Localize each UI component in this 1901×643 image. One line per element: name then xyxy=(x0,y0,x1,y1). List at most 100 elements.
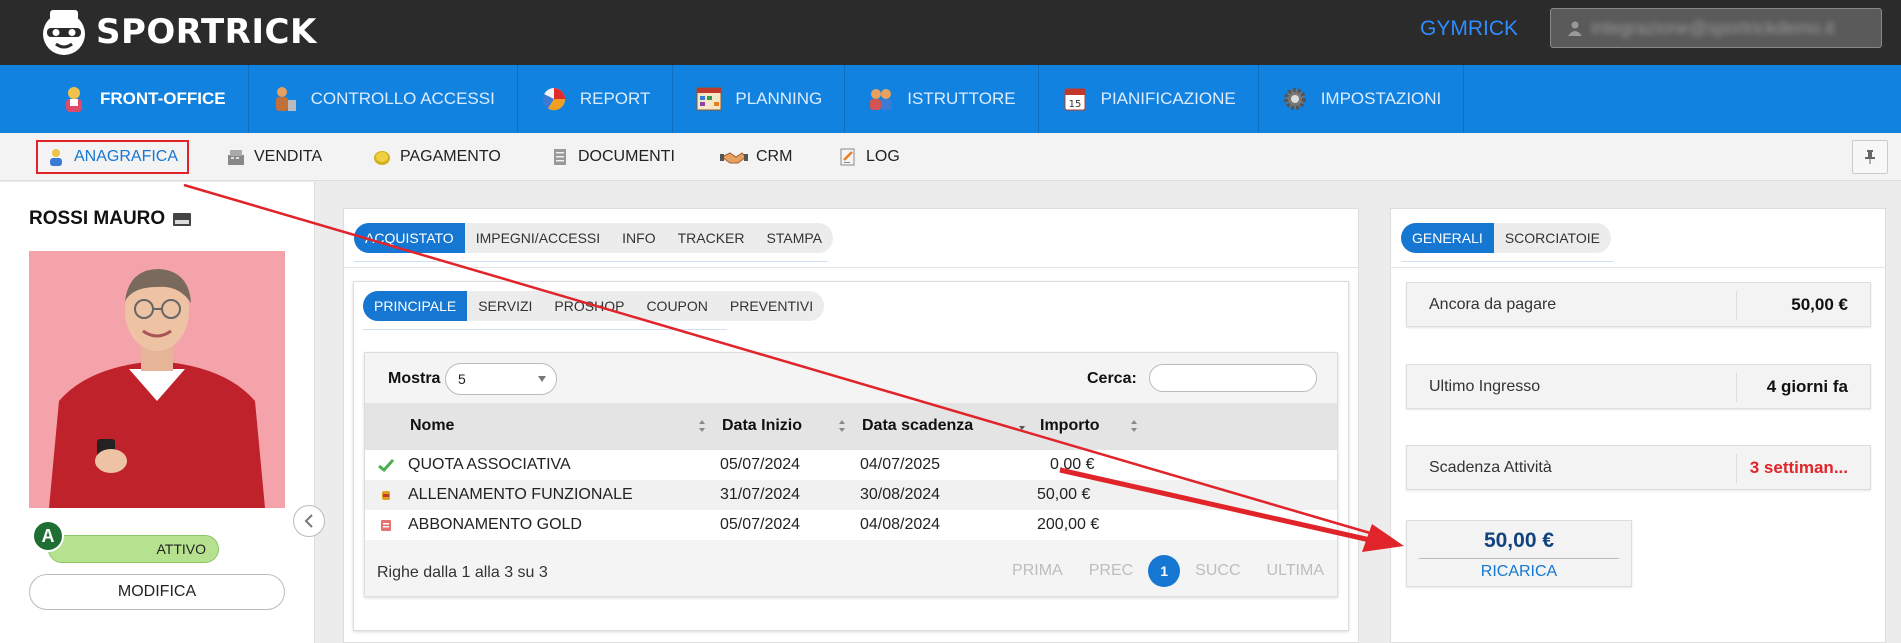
column-header-data-scadenza[interactable]: Data scadenza xyxy=(862,417,973,435)
table-row[interactable]: ALLENAMENTO FUNZIONALE 31/07/2024 30/08/… xyxy=(365,480,1337,510)
product-type-tabs: PRINCIPALE SERVIZI PROSHOP COUPON PREVEN… xyxy=(363,291,825,321)
show-entries-select[interactable]: 5 xyxy=(445,363,557,395)
row-amount: 50,00 € xyxy=(1037,486,1091,503)
sort-desc-icon[interactable] xyxy=(1018,419,1026,433)
tab-generali[interactable]: GENERALI xyxy=(1401,223,1494,253)
principale-panel: PRINCIPALE SERVIZI PROSHOP COUPON PREVEN… xyxy=(353,281,1349,631)
row-end-date: 30/08/2024 xyxy=(860,486,941,503)
tab-principale[interactable]: PRINCIPALE xyxy=(363,291,468,321)
pagination: PRIMA PREC 1 SUCC ULTIMA xyxy=(999,553,1337,589)
column-header-importo[interactable]: Importo xyxy=(1040,417,1100,435)
pager-current-page[interactable]: 1 xyxy=(1148,555,1181,587)
sub-nav-vendita[interactable]: VENDITA xyxy=(226,140,322,174)
pager-first[interactable]: PRIMA xyxy=(1012,562,1063,580)
divider xyxy=(1391,267,1885,268)
main-nav-pianificazione[interactable]: 15 PIANIFICAZIONE xyxy=(1039,65,1259,133)
handshake-icon xyxy=(720,152,748,164)
pin-button[interactable] xyxy=(1852,140,1888,174)
main-nav-label: REPORT xyxy=(579,89,651,108)
access-control-icon xyxy=(275,87,296,111)
column-header-nome[interactable]: Nome xyxy=(410,417,454,435)
user-icon xyxy=(1568,21,1582,36)
customer-photo xyxy=(29,251,285,508)
top-bar: SPORTRICK GYMRICK integrazione@sportrick… xyxy=(0,0,1901,65)
main-nav-planning[interactable]: PLANNING xyxy=(673,65,846,133)
sub-nav-documenti[interactable]: DOCUMENTI xyxy=(550,140,675,174)
sort-icon[interactable] xyxy=(1130,419,1138,433)
tab-impegni-accessi[interactable]: IMPEGNI/ACCESSI xyxy=(465,223,611,253)
documents-icon xyxy=(554,149,566,165)
gym-link[interactable]: GYMRICK xyxy=(1420,17,1518,41)
last-entry-card: Ultimo Ingresso 4 giorni fa xyxy=(1406,364,1871,409)
sort-icon[interactable] xyxy=(698,419,706,433)
sub-nav-pagamento[interactable]: PAGAMENTO xyxy=(372,140,501,174)
sort-icon[interactable] xyxy=(838,419,846,433)
main-nav-controllo-accessi[interactable]: CONTROLLO ACCESSI xyxy=(249,65,518,133)
chevron-left-icon xyxy=(304,514,313,528)
table-row[interactable]: QUOTA ASSOCIATIVA 05/07/2024 04/07/2025 … xyxy=(365,450,1337,480)
search-input[interactable] xyxy=(1149,364,1317,392)
tab-preventivi[interactable]: PREVENTIVI xyxy=(719,291,824,321)
table-header: Nome Data Inizio Data scadenza Importo xyxy=(365,403,1337,450)
row-start-date: 05/07/2024 xyxy=(720,456,801,473)
sub-nav-label: ANAGRAFICA xyxy=(74,148,179,165)
tab-proshop[interactable]: PROSHOP xyxy=(543,291,635,321)
row-end-date: 04/08/2024 xyxy=(860,516,941,533)
main-nav-report[interactable]: REPORT xyxy=(518,65,674,133)
tab-scorciatoie[interactable]: SCORCIATOIE xyxy=(1494,223,1611,253)
sub-nav-label: LOG xyxy=(866,148,900,165)
customer-status-bar: ATTIVO xyxy=(48,535,219,563)
pie-chart-icon xyxy=(542,88,565,111)
id-card-icon[interactable] xyxy=(173,212,192,226)
instructor-icon xyxy=(870,89,893,110)
tab-info[interactable]: INFO xyxy=(611,223,666,253)
card-separator xyxy=(1736,291,1737,320)
main-nav-label: IMPOSTAZIONI xyxy=(1320,89,1442,108)
balance-due-label: Ancora da pagare xyxy=(1429,296,1557,313)
row-amount: 0,00 € xyxy=(1050,456,1095,473)
main-nav-label: CONTROLLO ACCESSI xyxy=(310,89,495,108)
check-icon xyxy=(378,458,394,472)
main-nav-istruttore[interactable]: ISTRUTTORE xyxy=(845,65,1039,133)
tab-coupon[interactable]: COUPON xyxy=(635,291,718,321)
tab-acquistato[interactable]: ACQUISTATO xyxy=(354,223,465,253)
recharge-link[interactable]: RICARICA xyxy=(1407,563,1631,581)
main-nav-impostazioni[interactable]: IMPOSTAZIONI xyxy=(1259,65,1465,133)
summary-tabs-underline xyxy=(1401,261,1613,262)
show-entries-value: 5 xyxy=(458,371,466,387)
cash-register-icon xyxy=(228,150,244,165)
main-nav: FRONT-OFFICE CONTROLLO ACCESSI REPORT PL… xyxy=(0,65,1901,143)
show-entries-label: Mostra xyxy=(388,370,441,387)
brand-name: SPORTRICK xyxy=(96,12,317,52)
edit-customer-button[interactable]: MODIFICA xyxy=(29,574,285,610)
main-nav-label: PIANIFICAZIONE xyxy=(1100,89,1236,108)
dropdown-caret-icon xyxy=(538,376,546,382)
subscription-icon xyxy=(381,520,391,531)
pager-prev[interactable]: PREC xyxy=(1089,562,1133,580)
table-row[interactable]: ABBONAMENTO GOLD 05/07/2024 04/08/2024 2… xyxy=(365,510,1337,540)
card-separator xyxy=(1736,454,1737,483)
collapse-panel-button[interactable] xyxy=(293,505,325,537)
column-header-data-inizio[interactable]: Data Inizio xyxy=(722,417,802,435)
gear-icon xyxy=(1283,88,1306,110)
pager-next[interactable]: SUCC xyxy=(1195,562,1240,580)
sub-nav-anagrafica[interactable]: ANAGRAFICA xyxy=(36,140,190,174)
purchases-tabs: ACQUISTATO IMPEGNI/ACCESSI INFO TRACKER … xyxy=(354,223,834,253)
tab-stampa[interactable]: STAMPA xyxy=(756,223,834,253)
coin-icon xyxy=(374,151,390,165)
user-account-box[interactable]: integrazione@sportrickdemo.it xyxy=(1550,8,1882,48)
activity-expiry-card: Scadenza Attività 3 settiman... xyxy=(1406,445,1871,490)
svg-text:15: 15 xyxy=(1068,99,1081,110)
sub-nav-crm[interactable]: CRM xyxy=(720,140,792,174)
pin-icon xyxy=(1865,150,1875,164)
main-nav-label: PLANNING xyxy=(735,89,823,108)
tab-servizi[interactable]: SERVIZI xyxy=(467,291,543,321)
pager-last[interactable]: ULTIMA xyxy=(1267,562,1324,580)
main-nav-front-office[interactable]: FRONT-OFFICE xyxy=(38,65,249,143)
row-name: QUOTA ASSOCIATIVA xyxy=(408,456,571,473)
tab-tracker[interactable]: TRACKER xyxy=(667,223,756,253)
brand-logo[interactable]: SPORTRICK xyxy=(36,4,317,60)
sub-nav-log[interactable]: LOG xyxy=(838,140,900,174)
customer-name-row: ROSSI MAURO xyxy=(29,208,192,230)
recharge-amount: 50,00 € xyxy=(1483,529,1555,552)
